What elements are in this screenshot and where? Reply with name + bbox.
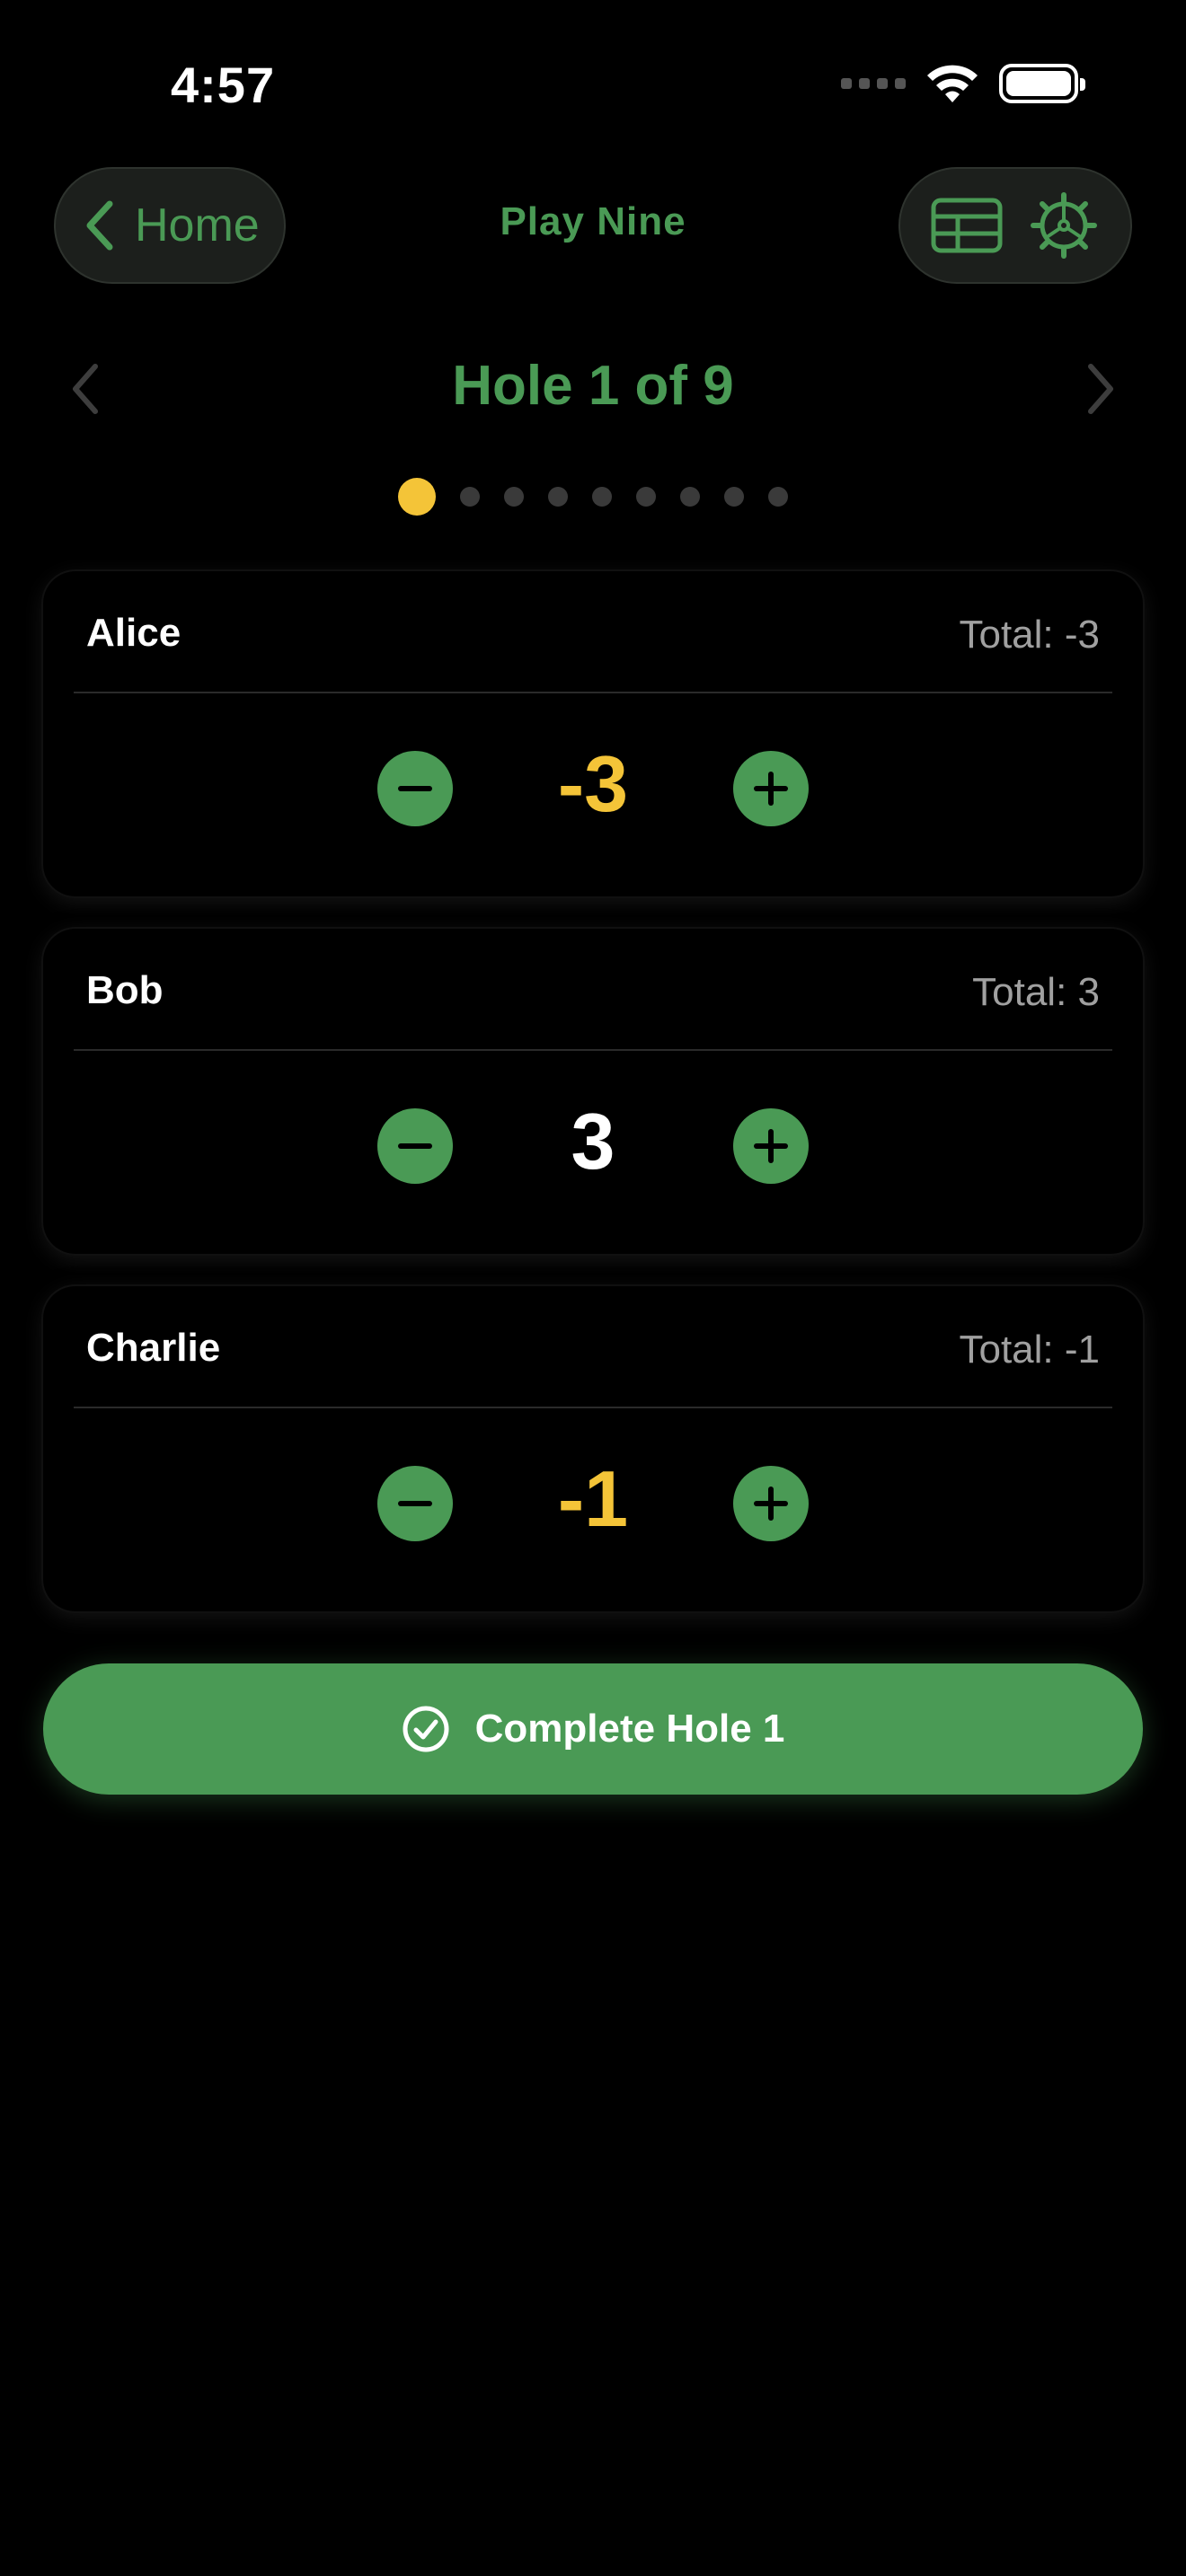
minus-icon	[398, 1501, 432, 1506]
minus-icon	[398, 786, 432, 791]
checkmark-circle-icon	[403, 1706, 449, 1752]
player-total: Total: -1	[959, 1328, 1100, 1372]
player-name: Charlie	[86, 1326, 221, 1370]
score-stepper: 3	[43, 1097, 1143, 1191]
player-card: Alice Total: -3 -3	[43, 571, 1143, 896]
divider	[74, 692, 1112, 693]
complete-hole-button[interactable]: Complete Hole 1	[43, 1663, 1143, 1795]
player-name: Alice	[86, 611, 181, 655]
hole-score: -1	[557, 1454, 629, 1543]
decrement-score-button[interactable]	[377, 1108, 453, 1184]
player-name: Bob	[86, 968, 164, 1012]
hole-dot-5[interactable]	[592, 487, 612, 507]
divider	[74, 1407, 1112, 1408]
score-stepper: -3	[43, 739, 1143, 834]
battery-icon	[999, 64, 1085, 103]
toolbar-group	[898, 167, 1132, 284]
play-nine-screen: 4:57 Home Play Nine Hole 1 of 9 Alice To…	[0, 0, 1186, 2576]
complete-hole-label: Complete Hole 1	[474, 1707, 785, 1751]
wifi-icon	[927, 65, 978, 102]
player-total: Total: -3	[959, 613, 1100, 657]
hole-dot-8[interactable]	[724, 487, 744, 507]
hole-dot-4[interactable]	[548, 487, 568, 507]
status-indicators	[841, 63, 1085, 104]
hole-score: 3	[571, 1097, 615, 1186]
increment-score-button[interactable]	[733, 1466, 809, 1541]
plus-icon	[754, 1129, 788, 1163]
hole-dot-2[interactable]	[460, 487, 480, 507]
increment-score-button[interactable]	[733, 1108, 809, 1184]
hole-title: Hole 1 of 9	[452, 355, 734, 417]
scorecard-button[interactable]	[931, 190, 1003, 261]
plus-icon	[754, 1486, 788, 1521]
hole-dot-3[interactable]	[504, 487, 524, 507]
cellular-signal-icon	[841, 78, 906, 89]
gear-icon	[1031, 192, 1097, 259]
hole-dot-7[interactable]	[680, 487, 700, 507]
settings-button[interactable]	[1028, 190, 1100, 261]
increment-score-button[interactable]	[733, 751, 809, 826]
decrement-score-button[interactable]	[377, 1466, 453, 1541]
hole-dot-9[interactable]	[768, 487, 788, 507]
hole-dot-1[interactable]	[398, 478, 436, 516]
table-grid-icon	[931, 198, 1003, 253]
divider	[74, 1049, 1112, 1051]
player-card: Bob Total: 3 3	[43, 929, 1143, 1254]
hole-page-indicator	[0, 478, 1186, 516]
plus-icon	[754, 772, 788, 806]
score-stepper: -1	[43, 1454, 1143, 1548]
minus-icon	[398, 1143, 432, 1149]
status-time: 4:57	[171, 57, 276, 113]
decrement-score-button[interactable]	[377, 751, 453, 826]
next-hole-button[interactable]	[1078, 357, 1123, 420]
player-card: Charlie Total: -1 -1	[43, 1286, 1143, 1611]
hole-score: -3	[557, 739, 629, 828]
hole-dot-6[interactable]	[636, 487, 656, 507]
player-total: Total: 3	[972, 970, 1100, 1014]
